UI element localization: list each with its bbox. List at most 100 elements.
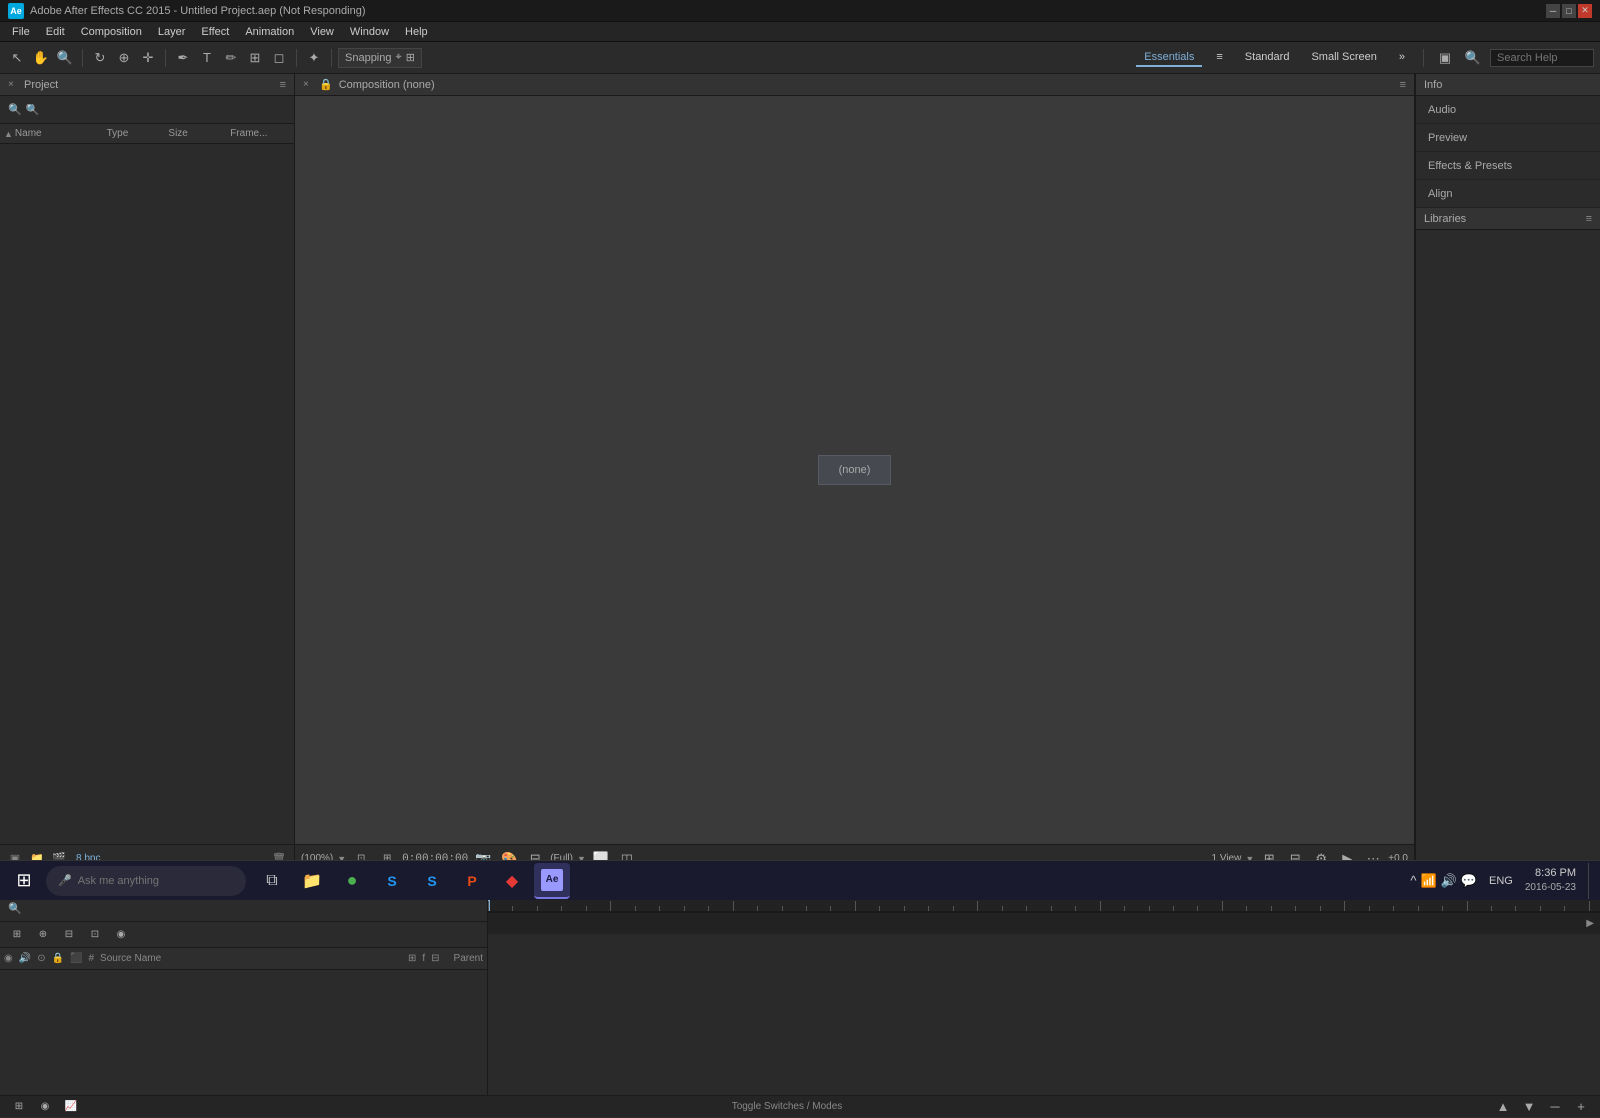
camera-icon[interactable]: ◉ xyxy=(110,924,132,946)
align-panel-item[interactable]: Align xyxy=(1416,180,1600,208)
hand-tool[interactable]: ✋ xyxy=(30,47,52,69)
taskbar-search-input[interactable] xyxy=(78,875,208,887)
taskbar-skype1[interactable]: S xyxy=(374,863,410,899)
workspace-expand[interactable]: » xyxy=(1391,49,1413,67)
show-desktop-btn[interactable] xyxy=(1588,863,1594,899)
help-search-box[interactable] xyxy=(1490,49,1594,67)
menu-edit[interactable]: Edit xyxy=(38,24,73,40)
composition-viewer[interactable]: (none) xyxy=(295,96,1414,844)
system-clock[interactable]: 8:36 PM 2016-05-23 xyxy=(1519,866,1582,895)
new-layer-icon[interactable]: ⊕ xyxy=(32,924,54,946)
taskbar-powerpoint[interactable]: P xyxy=(454,863,490,899)
project-close-icon[interactable]: × xyxy=(8,80,18,90)
zoom-in-btn[interactable]: + xyxy=(1570,1096,1592,1118)
menu-help[interactable]: Help xyxy=(397,24,436,40)
effects-presets-label: Effects & Presets xyxy=(1428,160,1512,172)
chrome-icon: ● xyxy=(347,870,358,891)
navigate-prev[interactable]: ▲ xyxy=(1492,1096,1514,1118)
minimize-button[interactable]: ─ xyxy=(1546,4,1560,18)
maximize-button[interactable]: □ xyxy=(1562,4,1576,18)
zoom-out-btn[interactable]: ─ xyxy=(1544,1096,1566,1118)
tray-notification-icon[interactable]: 💬 xyxy=(1461,873,1477,889)
libraries-menu[interactable]: ≡ xyxy=(1586,213,1592,225)
menu-animation[interactable]: Animation xyxy=(237,24,302,40)
search-icon-btn[interactable]: 🔍 xyxy=(1462,47,1484,69)
workspace-standard[interactable]: Standard xyxy=(1237,49,1298,67)
taskbar-task-view[interactable]: ⧉ xyxy=(254,863,290,899)
audio-panel-item[interactable]: Audio xyxy=(1416,96,1600,124)
menu-view[interactable]: View xyxy=(302,24,342,40)
col-size: Size xyxy=(168,128,228,139)
timeline-body: 🔍 ⊞ ⊕ ⊟ ⊡ ◉ ◉ 🔊 ⊙ 🔒 ⬛ # Source Name ⊞ f xyxy=(0,896,1600,1095)
help-search-input[interactable] xyxy=(1497,52,1587,64)
toggle-switches-label[interactable]: Toggle Switches / Modes xyxy=(732,1101,843,1112)
zoom-tool[interactable]: 🔍 xyxy=(54,47,76,69)
snapping-toggle[interactable]: Snapping ⌖ ⊞ xyxy=(338,48,422,68)
solo-icon[interactable]: ⊞ xyxy=(6,924,28,946)
comp-placeholder-text: (none) xyxy=(818,455,892,485)
taskbar-skype2[interactable]: S xyxy=(414,863,450,899)
rotation-tool[interactable]: ↻ xyxy=(89,47,111,69)
puppet-tool[interactable]: ✦ xyxy=(303,47,325,69)
tray-volume-icon[interactable]: 🔊 xyxy=(1441,873,1457,889)
position-tool[interactable]: ✛ xyxy=(137,47,159,69)
language-indicator[interactable]: ENG xyxy=(1489,875,1513,887)
taskbar-chrome[interactable]: ● xyxy=(334,863,370,899)
menu-effect[interactable]: Effect xyxy=(193,24,237,40)
timeline-area: × (none) ≡ 🔍 ⊞ ⊕ ⊟ ⊡ ◉ ◉ 🔊 ⊙ 🔒 ⬛ xyxy=(0,872,1600,1117)
col-source-name: Source Name xyxy=(100,953,161,964)
selection-tool[interactable]: ↖ xyxy=(6,47,28,69)
clone-stamp-tool[interactable]: ⊞ xyxy=(244,47,266,69)
col-visibility: ◉ xyxy=(4,953,13,964)
comp-close-icon[interactable]: × xyxy=(303,80,313,90)
solo-all-icon[interactable]: ⊟ xyxy=(58,924,80,946)
toggle-switches-icon[interactable]: ⊞ xyxy=(8,1096,30,1118)
close-button[interactable]: ✕ xyxy=(1578,4,1592,18)
comp-button[interactable]: ◉ xyxy=(34,1096,56,1118)
project-panel-header: × Project ≡ xyxy=(0,74,294,96)
effects-presets-panel-item[interactable]: Effects & Presets xyxy=(1416,152,1600,180)
tray-chevron[interactable]: ^ xyxy=(1410,873,1416,888)
workspace-small-screen[interactable]: Small Screen xyxy=(1303,49,1384,67)
menu-layer[interactable]: Layer xyxy=(150,24,194,40)
tray-network-icon[interactable]: 📶 xyxy=(1420,873,1436,889)
timeline-column-header: ◉ 🔊 ⊙ 🔒 ⬛ # Source Name ⊞ f ⊟ Parent xyxy=(0,948,487,970)
text-tool[interactable]: T xyxy=(196,47,218,69)
graph-editor-icon[interactable]: 📈 xyxy=(60,1096,82,1118)
screen-mode-btn[interactable]: ▣ xyxy=(1434,47,1456,69)
navigate-next[interactable]: ▼ xyxy=(1518,1096,1540,1118)
timeline-search-input[interactable] xyxy=(26,903,479,915)
menu-composition[interactable]: Composition xyxy=(73,24,150,40)
composition-panel: × 🔒 Composition (none) ≡ (none) (100%) ▼… xyxy=(295,74,1415,872)
sort-icon: ▲ xyxy=(4,129,13,139)
menu-file[interactable]: File xyxy=(4,24,38,40)
col-label: ⬛ xyxy=(70,953,82,964)
libraries-title: Libraries xyxy=(1424,213,1586,225)
project-search-input[interactable] xyxy=(26,104,286,116)
taskbar-unknown-red[interactable]: ◆ xyxy=(494,863,530,899)
taskbar-search-box[interactable]: 🎤 xyxy=(46,866,246,896)
taskbar-after-effects[interactable]: Ae xyxy=(534,863,570,899)
clock-time: 8:36 PM xyxy=(1525,866,1576,881)
project-panel-menu[interactable]: ≡ xyxy=(280,79,286,91)
pen-tool[interactable]: ✒ xyxy=(172,47,194,69)
col-parent: Parent xyxy=(454,953,483,964)
composition-icon[interactable]: ⊡ xyxy=(84,924,106,946)
comp-panel-menu[interactable]: ≡ xyxy=(1400,79,1406,91)
info-panel-title: Info xyxy=(1424,79,1442,91)
eraser-tool[interactable]: ◻ xyxy=(268,47,290,69)
timeline-layers-content xyxy=(0,970,487,1095)
info-panel-header: Info xyxy=(1416,74,1600,96)
workspace-switcher: Essentials ≡ Standard Small Screen » ▣ 🔍 xyxy=(1136,47,1594,69)
start-button[interactable]: ⊞ xyxy=(6,863,42,899)
anchor-tool[interactable]: ⊕ xyxy=(113,47,135,69)
workspace-btn-1[interactable]: ≡ xyxy=(1208,49,1230,67)
taskbar-explorer[interactable]: 📁 xyxy=(294,863,330,899)
preview-panel-item[interactable]: Preview xyxy=(1416,124,1600,152)
workspace-essentials[interactable]: Essentials xyxy=(1136,49,1202,67)
snapping-expand: ⊞ xyxy=(406,51,415,64)
menu-window[interactable]: Window xyxy=(342,24,397,40)
col-audio: 🔊 xyxy=(19,953,31,964)
unknown-app-icon: ◆ xyxy=(506,871,518,891)
brush-tool[interactable]: ✏ xyxy=(220,47,242,69)
